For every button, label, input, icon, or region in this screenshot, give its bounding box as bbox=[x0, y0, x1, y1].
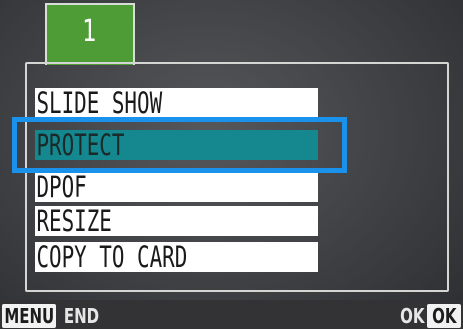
camera-lcd-screen: 1 SLIDE SHOW PROTECT DPOF RESIZE COPY TO… bbox=[0, 0, 463, 329]
menu-item-label: SLIDE SHOW bbox=[36, 88, 163, 118]
ok-label: OK bbox=[400, 304, 425, 328]
menu-item-dpof[interactable]: DPOF bbox=[35, 172, 318, 202]
menu-item-label: COPY TO CARD bbox=[36, 242, 188, 272]
menu-tab-1[interactable]: 1 bbox=[45, 3, 135, 65]
menu-tab-label: 1 bbox=[82, 14, 98, 49]
menu-item-label: RESIZE bbox=[36, 206, 112, 236]
menu-item-copy-to-card[interactable]: COPY TO CARD bbox=[35, 242, 318, 272]
menu-item-slide-show[interactable]: SLIDE SHOW bbox=[35, 88, 318, 118]
menu-button-badge[interactable]: MENU bbox=[2, 304, 56, 328]
menu-item-resize[interactable]: RESIZE bbox=[35, 206, 318, 236]
selection-highlight-frame bbox=[12, 117, 347, 173]
ok-button-badge[interactable]: OK bbox=[427, 304, 461, 328]
menu-item-label: DPOF bbox=[36, 172, 87, 202]
end-label: END bbox=[63, 304, 100, 328]
